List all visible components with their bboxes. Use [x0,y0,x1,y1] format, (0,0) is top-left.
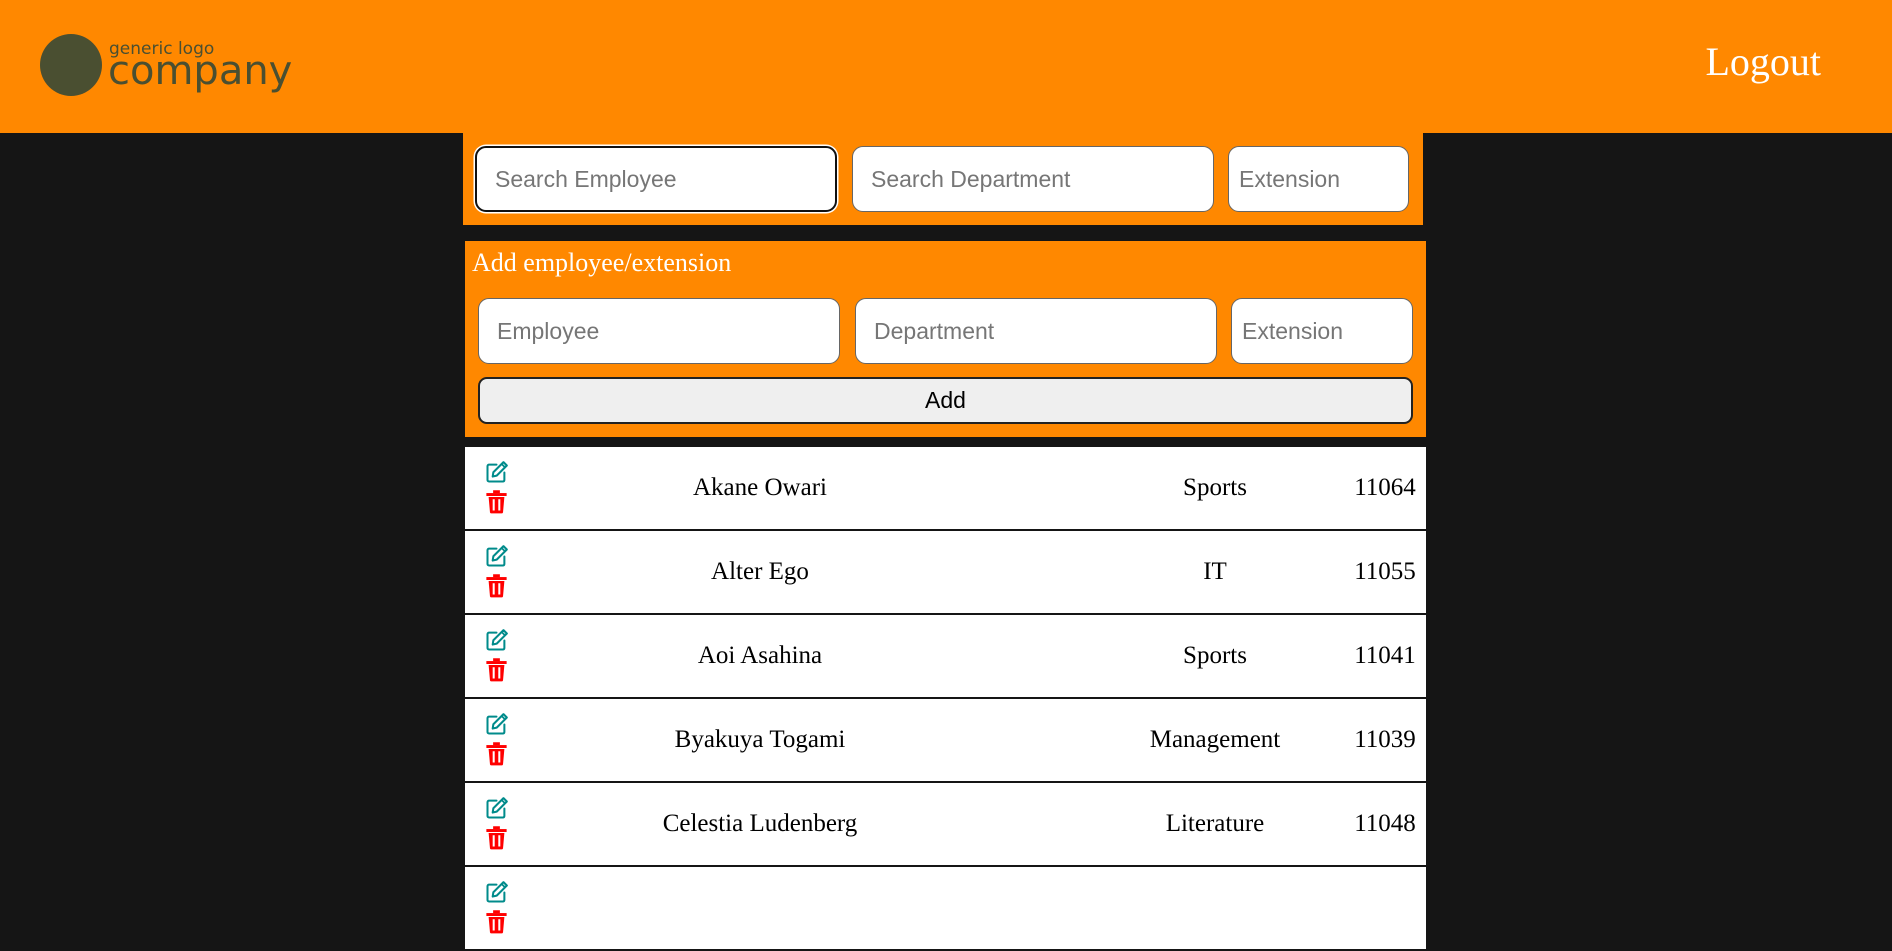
edit-icon[interactable] [483,543,510,570]
logo-wordmark: company [108,48,293,94]
row-actions [483,879,511,939]
employee-extension: 11055 [1354,558,1416,585]
search-panel [463,133,1423,225]
trash-icon[interactable] [483,488,510,515]
employee-row: Byakuya Togami Management 11039 [465,699,1426,783]
logout-button[interactable]: Logout [1705,42,1821,82]
employee-row: Alter Ego IT 11055 [465,531,1426,615]
add-button[interactable]: Add [478,377,1413,424]
employee-extension: 11039 [1354,726,1416,753]
top-bar: generic logo company Logout [0,0,1892,133]
row-actions [483,795,511,855]
add-panel-title: Add employee/extension [472,248,732,277]
employee-name: Celestia Ludenberg [662,810,858,837]
search-employee-input[interactable] [475,146,837,212]
employee-extension: 11048 [1354,810,1416,837]
employee-row: Celestia Ludenberg Literature 11048 [465,783,1426,867]
employee-list: Akane Owari Sports 11064 Alter Ego IT 11… [465,447,1426,951]
logo-circle-icon [40,34,102,96]
employee-field[interactable] [478,298,840,364]
employee-extension [1255,867,1515,949]
employee-extension: 11064 [1354,474,1416,501]
employee-extension: 11041 [1354,642,1416,669]
edit-icon[interactable] [483,879,510,906]
trash-icon[interactable] [483,656,510,683]
trash-icon[interactable] [483,572,510,599]
edit-icon[interactable] [483,459,510,486]
edit-icon[interactable] [483,627,510,654]
trash-icon[interactable] [483,908,510,935]
search-extension-input[interactable] [1228,146,1409,212]
employee-row: Aoi Asahina Sports 11041 [465,615,1426,699]
department-field[interactable] [855,298,1217,364]
edit-icon[interactable] [483,711,510,738]
row-actions [483,627,511,687]
edit-icon[interactable] [483,795,510,822]
company-logo[interactable]: generic logo company [40,34,293,98]
employee-name: Byakuya Togami [674,726,846,753]
trash-icon[interactable] [483,740,510,767]
row-actions [483,711,511,771]
row-actions [483,459,511,519]
employee-name: Akane Owari [693,474,827,501]
search-department-input[interactable] [852,146,1214,212]
employee-name [565,867,955,949]
trash-icon[interactable] [483,824,510,851]
employee-name: Aoi Asahina [697,642,823,669]
employee-name: Alter Ego [711,558,809,585]
extension-field[interactable] [1231,298,1413,364]
add-employee-panel: Add employee/extension Add [465,241,1426,437]
employee-row [465,867,1426,951]
row-actions [483,543,511,603]
employee-row: Akane Owari Sports 11064 [465,447,1426,531]
